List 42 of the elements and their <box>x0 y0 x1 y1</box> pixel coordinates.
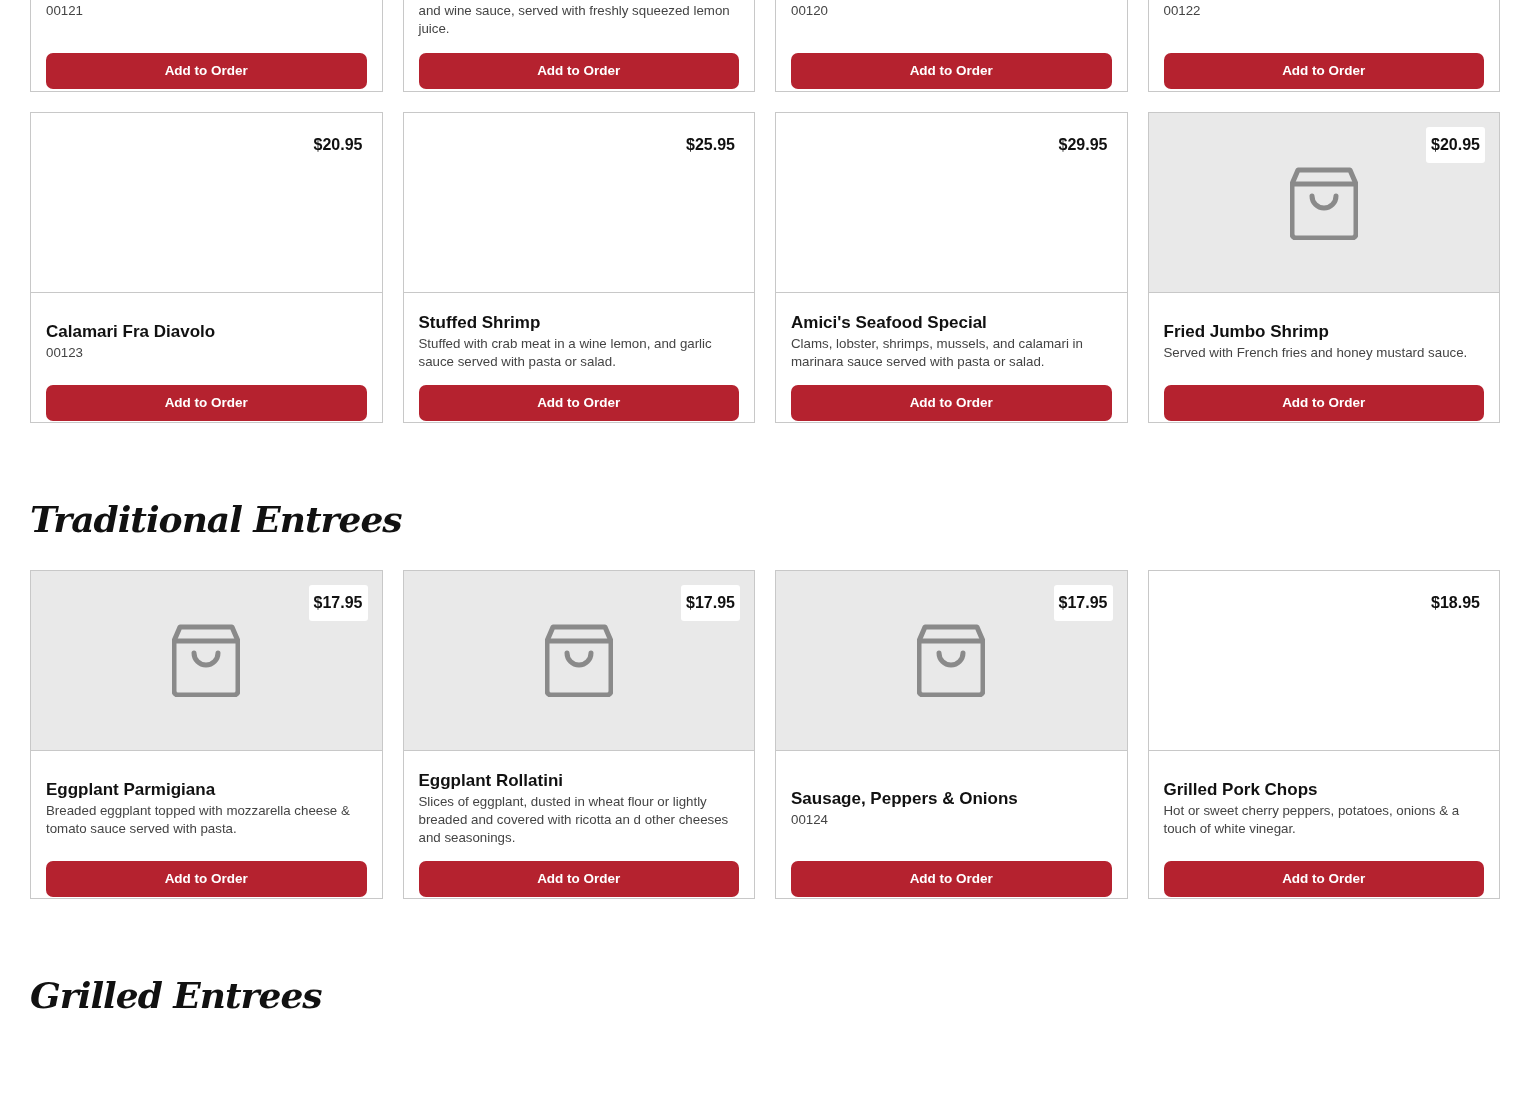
price-tag: $17.95 <box>681 584 740 621</box>
item-description: Clams, lobster, shrimps, mussels, and calamari in marinara sauce served with pasta or salad. <box>791 335 1084 372</box>
add-to-order-button[interactable]: Add to Order <box>418 860 739 897</box>
price-tag: $20.95 <box>1426 127 1485 163</box>
add-to-order-button[interactable]: Add to Order <box>46 385 367 422</box>
item-description: 00120 <box>791 2 829 20</box>
item-title: Stuffed Shrimp <box>418 313 542 334</box>
section-heading: Grilled Entrees <box>30 973 323 1018</box>
item-description: Stuffed with crab meat in a wine lemon, and garlic sauce served with pasta or salad. <box>418 335 713 372</box>
add-to-order-button[interactable]: Add to Order <box>1163 860 1484 897</box>
shopping-bag-icon <box>544 623 613 698</box>
add-to-order-button[interactable]: Add to Order <box>791 860 1112 897</box>
item-title: Eggplant Parmigiana <box>46 779 217 800</box>
item-description: 00123 <box>46 344 84 363</box>
section-heading: Traditional Entrees <box>30 498 403 542</box>
item-description: 00124 <box>791 810 829 829</box>
add-to-order-button[interactable]: Add to Order <box>418 385 739 422</box>
item-description: and wine sauce, served with freshly squeezed lemon juice. <box>418 2 731 38</box>
item-description: Slices of eggplant, dusted in wheat flour or lightly breaded and covered with ricotta an d other cheeses and seasonings. <box>418 792 730 847</box>
item-title: Amici's Seafood Special <box>791 313 988 334</box>
add-to-order-button[interactable]: Add to Order <box>418 53 739 89</box>
shopping-bag-icon <box>172 623 241 698</box>
item-title: Sausage, Peppers & Onions <box>791 788 1019 809</box>
item-description: 00121 <box>46 2 84 20</box>
item-description: 00122 <box>1163 2 1202 20</box>
shopping-bag-icon <box>917 623 986 698</box>
item-title: Calamari Fra Diavolo <box>46 322 217 343</box>
add-to-order-button[interactable]: Add to Order <box>46 53 367 89</box>
item-title: Eggplant Rollatini <box>418 770 564 791</box>
item-description: Breaded eggplant topped with mozzarella cheese & tomato sauce served with pasta. <box>46 801 351 838</box>
add-to-order-button[interactable]: Add to Order <box>791 385 1112 422</box>
item-description: Served with French fries and honey mustard sauce. <box>1163 344 1469 363</box>
item-description: Hot or sweet cherry peppers, potatoes, onions & a touch of white vinegar. <box>1163 801 1461 838</box>
add-to-order-button[interactable]: Add to Order <box>791 53 1112 89</box>
shopping-bag-icon <box>1289 165 1358 240</box>
add-to-order-button[interactable]: Add to Order <box>1163 53 1484 89</box>
price-tag: $17.95 <box>1053 584 1113 621</box>
item-title: Grilled Pork Chops <box>1163 779 1319 800</box>
add-to-order-button[interactable]: Add to Order <box>46 860 367 897</box>
price-tag: $17.95 <box>308 584 368 621</box>
add-to-order-button[interactable]: Add to Order <box>1163 385 1484 422</box>
item-title: Fried Jumbo Shrimp <box>1163 322 1330 343</box>
